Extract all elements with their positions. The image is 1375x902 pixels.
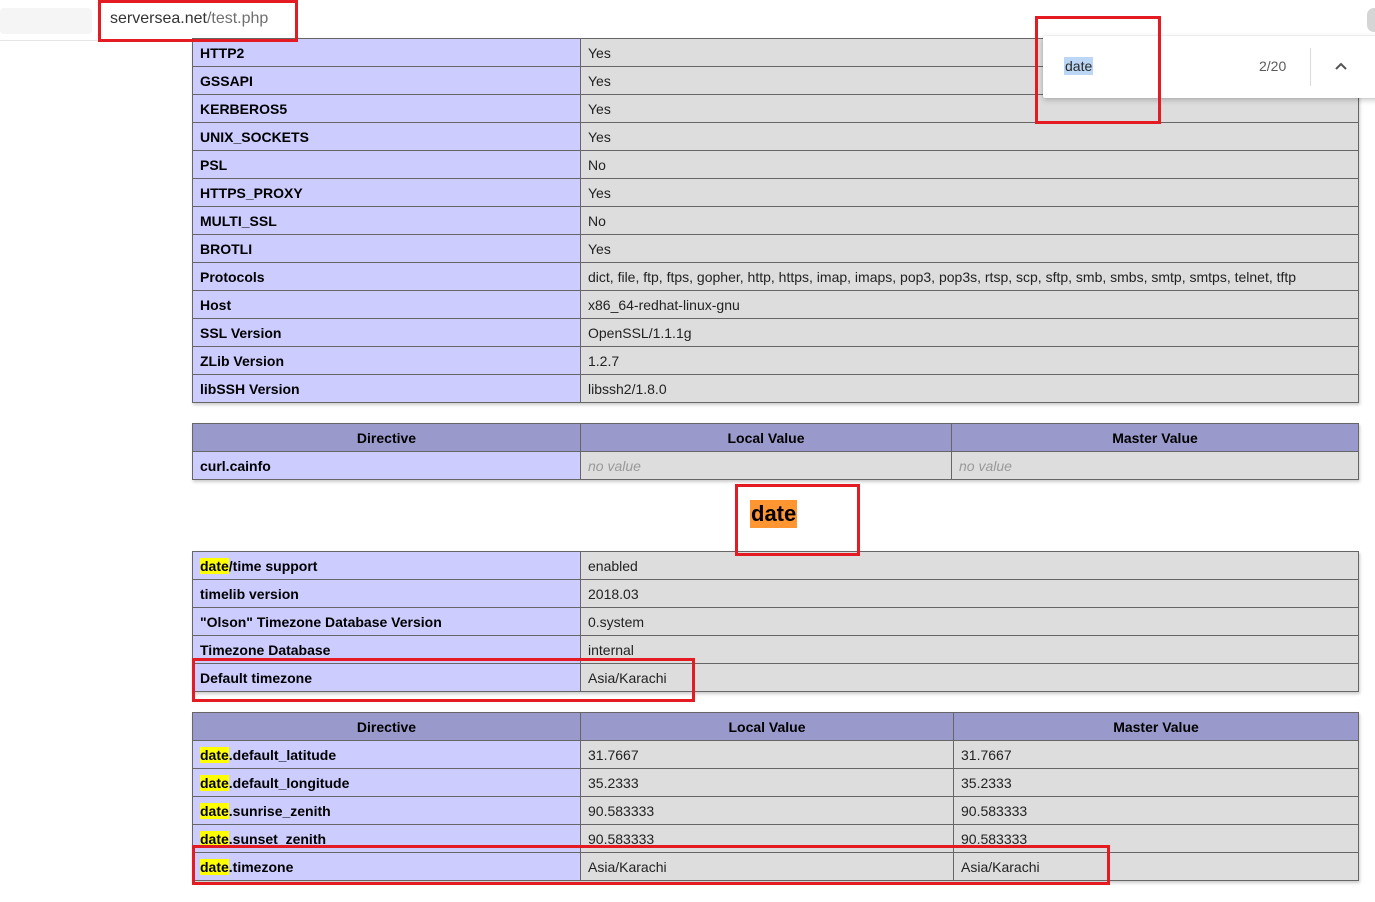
master-value: 90.583333	[953, 796, 1359, 825]
local-value: no value	[580, 451, 952, 480]
previous-match-button[interactable]	[1329, 54, 1353, 78]
row-label: BROTLI	[192, 234, 581, 263]
table-row: timelib version 2018.03	[192, 579, 1359, 608]
local-value: 31.7667	[580, 740, 954, 769]
row-label: HTTPS_PROXY	[192, 178, 581, 207]
master-value: 35.2333	[953, 768, 1359, 797]
row-value: enabled	[580, 551, 1359, 580]
annotation-box-default-timezone	[192, 658, 695, 702]
curl-directive-table: Directive Local Value Master Value curl.…	[192, 423, 1359, 480]
directive-name: date.sunrise_zenith	[192, 796, 581, 825]
header-local-value: Local Value	[580, 423, 952, 452]
header-master-value: Master Value	[953, 712, 1359, 741]
directive-name-text: .default_longitude	[228, 774, 350, 791]
table-row: UNIX_SOCKETS Yes	[192, 122, 1359, 151]
directive-name: date.default_latitude	[192, 740, 581, 769]
directive-name: date.default_longitude	[192, 768, 581, 797]
table-row: Host x86_64-redhat-linux-gnu	[192, 290, 1359, 319]
row-label-text: /time support	[228, 557, 318, 574]
row-label: timelib version	[192, 579, 581, 608]
row-label: HTTP2	[192, 38, 581, 67]
table-row: PSL No	[192, 150, 1359, 179]
row-value: x86_64-redhat-linux-gnu	[580, 290, 1359, 319]
row-label-text: timelib version	[200, 585, 299, 602]
table-row: date.sunrise_zenith 90.583333 90.583333	[192, 796, 1359, 825]
row-label-text: "Olson" Timezone Database Version	[200, 613, 442, 630]
row-label: libSSH Version	[192, 374, 581, 403]
directive-header-row: Directive Local Value Master Value	[192, 423, 1359, 452]
find-match-count: 2/20	[1259, 58, 1287, 74]
chevron-up-icon	[1335, 62, 1347, 70]
table-row: SSL Version OpenSSL/1.1.1g	[192, 318, 1359, 347]
local-value: 35.2333	[580, 768, 954, 797]
row-value: libssh2/1.8.0	[580, 374, 1359, 403]
row-value: Yes	[580, 234, 1359, 263]
row-value: dict, file, ftp, ftps, gopher, http, htt…	[580, 262, 1359, 291]
row-value: No	[580, 206, 1359, 235]
row-value: 2018.03	[580, 579, 1359, 608]
row-value: OpenSSL/1.1.1g	[580, 318, 1359, 347]
table-row: date.default_latitude 31.7667 31.7667	[192, 740, 1359, 769]
row-value: Yes	[580, 122, 1359, 151]
table-row: KERBEROS5 Yes	[192, 94, 1359, 123]
blurred-tab	[0, 8, 92, 34]
table-row: date.default_longitude 35.2333 35.2333	[192, 768, 1359, 797]
table-row: MULTI_SSL No	[192, 206, 1359, 235]
directive-name-text: .sunrise_zenith	[228, 802, 331, 819]
annotation-box-find	[1035, 16, 1161, 124]
local-value: 90.583333	[580, 796, 954, 825]
row-value: 0.system	[580, 607, 1359, 636]
row-label-text: Timezone Database	[200, 641, 331, 658]
row-label: KERBEROS5	[192, 94, 581, 123]
table-row: libSSH Version libssh2/1.8.0	[192, 374, 1359, 403]
header-local-value: Local Value	[580, 712, 954, 741]
row-value: No	[580, 150, 1359, 179]
directive-name: curl.cainfo	[192, 451, 581, 480]
header-master-value: Master Value	[951, 423, 1359, 452]
table-row: curl.cainfo no value no value	[192, 451, 1359, 480]
row-label: UNIX_SOCKETS	[192, 122, 581, 151]
header-directive: Directive	[192, 423, 581, 452]
annotation-box-date-timezone	[192, 845, 1110, 885]
annotation-box-title	[735, 484, 860, 556]
browser-profile-icon[interactable]	[1367, 8, 1375, 32]
find-highlight: date	[200, 557, 229, 574]
header-directive: Directive	[192, 712, 581, 741]
find-highlight: date	[200, 802, 229, 819]
row-value: 1.2.7	[580, 346, 1359, 375]
row-value: Asia/Karachi	[580, 663, 1359, 692]
row-value: Yes	[580, 94, 1359, 123]
row-label: PSL	[192, 150, 581, 179]
row-label: date/time support	[192, 551, 581, 580]
row-label: MULTI_SSL	[192, 206, 581, 235]
row-label: Host	[192, 290, 581, 319]
row-label: GSSAPI	[192, 66, 581, 95]
find-divider	[1310, 48, 1311, 86]
annotation-box-url	[98, 0, 298, 42]
table-row: "Olson" Timezone Database Version 0.syste…	[192, 607, 1359, 636]
table-row: ZLib Version 1.2.7	[192, 346, 1359, 375]
master-value: no value	[951, 451, 1359, 480]
directive-name-text: .default_latitude	[228, 746, 337, 763]
table-row: HTTPS_PROXY Yes	[192, 178, 1359, 207]
directive-header-row: Directive Local Value Master Value	[192, 712, 1359, 741]
row-label: ZLib Version	[192, 346, 581, 375]
row-label: SSL Version	[192, 318, 581, 347]
table-row: BROTLI Yes	[192, 234, 1359, 263]
find-highlight: date	[200, 774, 229, 791]
master-value: 31.7667	[953, 740, 1359, 769]
table-row: Protocols dict, file, ftp, ftps, gopher, …	[192, 262, 1359, 291]
row-value: internal	[580, 635, 1359, 664]
row-value: Yes	[580, 178, 1359, 207]
find-highlight: date	[200, 746, 229, 763]
row-label: Protocols	[192, 262, 581, 291]
row-label: "Olson" Timezone Database Version	[192, 607, 581, 636]
